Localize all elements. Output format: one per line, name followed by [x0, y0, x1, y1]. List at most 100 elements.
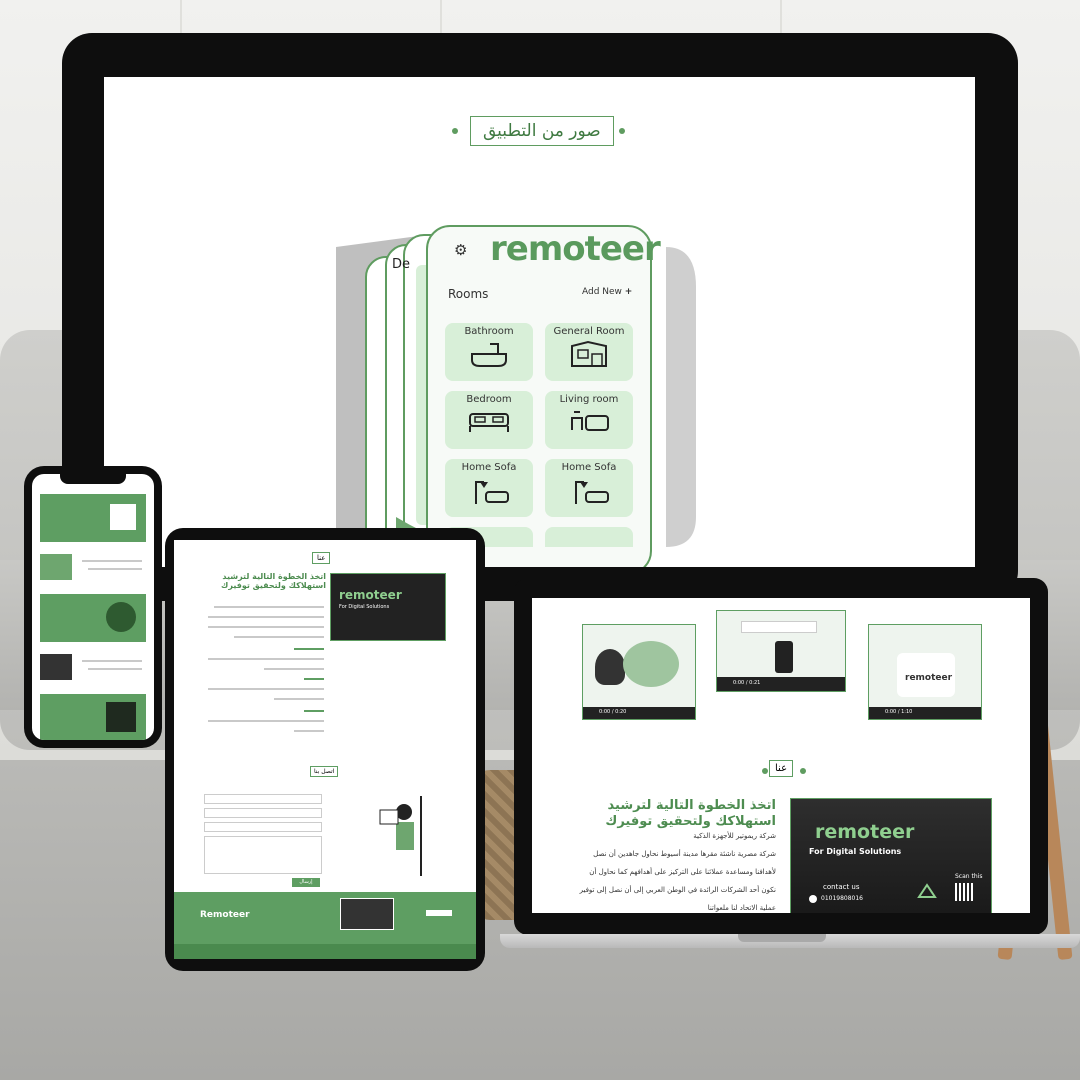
- text-line: [304, 710, 324, 712]
- mobile-thumbnail: [40, 654, 72, 680]
- app-screenshot-front: ⚙ remoteer Rooms Add New + Bathroom Gene…: [426, 225, 661, 567]
- scan-label: Scan this: [955, 873, 983, 880]
- contact-tag: اتصل بنا: [310, 766, 339, 777]
- contact-label: contact us: [823, 883, 860, 891]
- promo-logo: remoteer: [339, 588, 402, 602]
- text-line: [82, 660, 142, 662]
- room-tile-sofa-1[interactable]: Home Sofa: [445, 459, 533, 517]
- promo-tagline: For Digital Solutions: [339, 604, 390, 610]
- recycle-icon: [917, 883, 937, 898]
- room-tile-bedroom[interactable]: Bedroom: [445, 391, 533, 449]
- text-line: [274, 698, 324, 700]
- title-dot: [619, 128, 625, 134]
- mobile-card: [40, 494, 146, 542]
- section-title: صور من التطبيق: [470, 116, 614, 146]
- video-graphic: [623, 641, 679, 687]
- promo-card: remoteer For Digital Solutions contact u…: [790, 798, 992, 913]
- tablet-headline: اتخذ الخطوة التالية لترشيد استهلاكك ولتح…: [221, 572, 326, 590]
- room-tile-sofa-2[interactable]: Home Sofa: [545, 459, 633, 517]
- room-label: Bedroom: [466, 394, 512, 405]
- text-line: [208, 720, 324, 722]
- mobile-card: [40, 694, 146, 740]
- promo-tagline: For Digital Solutions: [809, 847, 902, 856]
- mobile-thumbnail: [40, 554, 72, 580]
- message-textarea[interactable]: [204, 836, 322, 874]
- email-input[interactable]: [204, 808, 322, 818]
- lamp-sofa-icon: [475, 481, 509, 504]
- submit-button[interactable]: إرسال: [292, 878, 320, 887]
- text-line: [304, 678, 324, 680]
- text-line: [214, 606, 324, 608]
- tablet-footer: Remoteer: [174, 892, 476, 944]
- mobile-card: [40, 594, 146, 642]
- text-line: [208, 658, 324, 660]
- body-line: شركة مصرية ناشئة مقرها مدينة أسيوط نحاول…: [593, 850, 776, 858]
- body-line: نكون أحد الشركات الرائدة في الوطن العربي…: [579, 886, 776, 894]
- video-player[interactable]: 0:00 / 0:20: [582, 624, 696, 720]
- about-tag: عنا: [312, 552, 331, 564]
- rooms-heading: Rooms: [448, 287, 489, 301]
- living-room-icon: [571, 411, 609, 431]
- room-tile-general[interactable]: General Room: [545, 323, 633, 381]
- video-player[interactable]: 0:00 / 0:21: [716, 610, 846, 692]
- phone-number: 01019808016: [821, 895, 863, 902]
- video-time: 0:00 / 0:20: [599, 709, 627, 715]
- stack-peek-label: De: [392, 257, 411, 272]
- text-line: [294, 730, 324, 732]
- video-time: 0:00 / 0:21: [733, 680, 761, 686]
- text-line: [208, 616, 324, 618]
- room-label: Home Sofa: [461, 462, 517, 473]
- whatsapp-icon[interactable]: [809, 895, 817, 903]
- room-tile-living[interactable]: Living room: [545, 391, 633, 449]
- room-label: General Room: [553, 326, 625, 337]
- qr-code: [955, 883, 973, 901]
- plus-icon: +: [624, 287, 633, 297]
- promo-logo: remoteer: [815, 821, 915, 843]
- social-icons[interactable]: [426, 910, 452, 916]
- room-label: Bathroom: [464, 326, 514, 337]
- text-line: [234, 636, 324, 638]
- laptop-screen: 0:00 / 0:20 0:00 / 0:21 remoteer 0:00 / …: [532, 598, 1030, 913]
- text-line: [88, 668, 142, 670]
- tablet-copyright-bar: [174, 944, 476, 959]
- video-ac-unit: [741, 621, 817, 633]
- video-person: [595, 649, 625, 685]
- title-dot: [452, 128, 458, 134]
- text-line: [208, 626, 324, 628]
- about-tag: عنا: [769, 760, 794, 777]
- video-time: 0:00 / 1:10: [885, 709, 913, 715]
- card-image: [110, 504, 136, 530]
- lamp-sofa-icon: [575, 481, 609, 504]
- text-line: [88, 568, 142, 570]
- text-line: [294, 648, 324, 650]
- bed-icon: [469, 413, 509, 432]
- bathtub-icon: [471, 343, 507, 367]
- monitor-screen: صور من التطبيق De ⚙ remoteer Rooms Add N…: [104, 77, 975, 567]
- text-line: [208, 688, 324, 690]
- mobile-screen: [32, 474, 154, 740]
- add-new-button[interactable]: Add New +: [582, 287, 632, 297]
- room-label: Home Sofa: [561, 462, 617, 473]
- phone-notch: [60, 474, 126, 484]
- room-tile-bathroom[interactable]: Bathroom: [445, 323, 533, 381]
- card-image: [106, 702, 136, 732]
- footer-logo: Remoteer: [200, 910, 250, 920]
- tablet-screen: عنا اتخذ الخطوة التالية لترشيد استهلاكك …: [174, 540, 476, 959]
- laptop-headline: اتخذ الخطوة التالية لترشيد استهلاكك ولتح…: [605, 798, 776, 829]
- name-input[interactable]: [204, 794, 322, 804]
- body-line: عملية الاتحاد لنا ملعواتنا: [707, 904, 776, 912]
- room-icon: [571, 340, 607, 367]
- card-image: [106, 602, 136, 632]
- text-line: [264, 668, 324, 670]
- app-logo: remoteer: [490, 229, 661, 269]
- title-dot: [800, 768, 806, 774]
- gear-icon[interactable]: ⚙: [454, 241, 467, 259]
- subject-input[interactable]: [204, 822, 322, 832]
- add-new-label: Add New: [582, 287, 622, 297]
- body-line: لأهدافنا ومساعدة عملائنا على التركيز على…: [589, 868, 776, 876]
- laptop-notch: [738, 934, 826, 942]
- video-player[interactable]: remoteer 0:00 / 1:10: [868, 624, 982, 720]
- room-label: Living room: [559, 394, 619, 405]
- company-name: شركة ريموتير للأجهزة الذكية: [693, 832, 776, 840]
- text-line: [82, 560, 142, 562]
